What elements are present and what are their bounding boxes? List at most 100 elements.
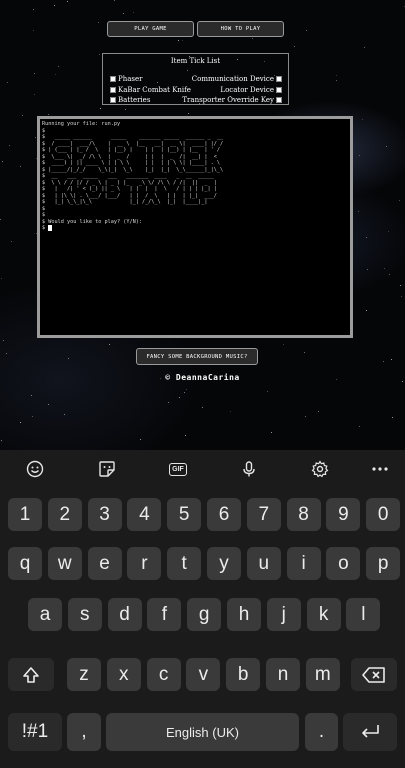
- shift-icon: [23, 666, 39, 683]
- star: [185, 435, 186, 436]
- key-i[interactable]: i: [286, 547, 321, 580]
- star: [383, 361, 384, 362]
- star: [34, 94, 35, 95]
- key-x[interactable]: x: [106, 658, 141, 691]
- star: [384, 268, 385, 269]
- star: [68, 358, 69, 359]
- terminal-output[interactable]: Running your file: run.py $ $ _____ ______…: [42, 121, 348, 333]
- star: [7, 82, 8, 83]
- play-game-button[interactable]: PLAY GAME: [107, 21, 194, 37]
- key-s[interactable]: s: [67, 598, 102, 631]
- key-v[interactable]: v: [186, 658, 221, 691]
- checkbox[interactable]: [110, 75, 116, 82]
- star: [114, 0, 115, 1]
- key-u[interactable]: u: [246, 547, 281, 580]
- star: [100, 108, 101, 109]
- key-n[interactable]: n: [266, 658, 300, 691]
- terminal-line: $: [42, 225, 348, 232]
- key-4[interactable]: 4: [127, 498, 162, 531]
- tick-item-transporter[interactable]: Transporter Override Key: [182, 95, 282, 104]
- key-j[interactable]: j: [266, 598, 301, 631]
- star: [0, 219, 1, 220]
- key-f[interactable]: f: [147, 598, 182, 631]
- star: [123, 13, 124, 14]
- star: [179, 397, 180, 398]
- settings-icon[interactable]: [310, 459, 330, 479]
- microphone-icon[interactable]: [239, 459, 259, 479]
- key-o[interactable]: o: [326, 547, 361, 580]
- on-screen-keyboard: GIF 1234567890 qwertyuiop asdfghjkl zxcvbnm…: [0, 450, 405, 768]
- star: [54, 5, 55, 6]
- star: [318, 411, 319, 412]
- star: [391, 359, 392, 360]
- key-r[interactable]: r: [127, 547, 162, 580]
- checkbox[interactable]: [110, 96, 116, 103]
- gif-icon[interactable]: GIF: [168, 459, 188, 479]
- star: [58, 66, 59, 67]
- star: [358, 211, 359, 212]
- key-9[interactable]: 9: [326, 498, 361, 531]
- star: [184, 392, 185, 393]
- symbols-key[interactable]: !#1: [8, 713, 62, 751]
- key-m[interactable]: m: [305, 658, 340, 691]
- star: [33, 9, 34, 10]
- key-d[interactable]: d: [107, 598, 142, 631]
- key-8[interactable]: 8: [286, 498, 321, 531]
- background-music-button[interactable]: FANCY SOME BACKGROUND MUSIC?: [136, 348, 258, 365]
- key-1[interactable]: 1: [8, 498, 42, 531]
- key-h[interactable]: h: [227, 598, 261, 631]
- star: [64, 414, 65, 415]
- star: [1, 278, 2, 279]
- key-3[interactable]: 3: [87, 498, 122, 531]
- star: [99, 54, 100, 55]
- key-q[interactable]: q: [8, 547, 42, 580]
- key-t[interactable]: t: [167, 547, 202, 580]
- star: [67, 1, 68, 2]
- key-w[interactable]: w: [47, 547, 82, 580]
- key-g[interactable]: g: [187, 598, 222, 631]
- key-l[interactable]: l: [346, 598, 381, 631]
- emoji-icon[interactable]: [25, 459, 45, 479]
- checkbox[interactable]: [276, 75, 282, 82]
- star: [364, 47, 365, 48]
- star: [366, 237, 367, 238]
- sticker-icon[interactable]: [97, 459, 117, 479]
- tick-item-phaser[interactable]: Phaser: [110, 74, 142, 83]
- period-key[interactable]: .: [305, 713, 338, 751]
- star: [6, 353, 7, 354]
- key-c[interactable]: c: [146, 658, 181, 691]
- key-k[interactable]: k: [306, 598, 341, 631]
- tick-item-knife[interactable]: KaBar Combat Knife: [110, 85, 191, 94]
- star: [48, 114, 49, 115]
- tick-label: Locator Device: [220, 85, 274, 94]
- more-icon[interactable]: [370, 459, 390, 479]
- backspace-key[interactable]: [351, 658, 397, 691]
- star: [267, 391, 268, 392]
- key-z[interactable]: z: [67, 658, 101, 691]
- key-2[interactable]: 2: [47, 498, 82, 531]
- key-0[interactable]: 0: [366, 498, 401, 531]
- key-e[interactable]: e: [87, 547, 122, 580]
- star: [178, 40, 179, 41]
- shift-key[interactable]: [8, 658, 54, 691]
- key-y[interactable]: y: [207, 547, 241, 580]
- key-7[interactable]: 7: [246, 498, 281, 531]
- checkbox[interactable]: [276, 96, 282, 103]
- enter-key[interactable]: [343, 713, 397, 751]
- how-to-play-button[interactable]: HOW TO PLAY: [197, 21, 284, 37]
- key-p[interactable]: p: [366, 547, 401, 580]
- star: [399, 200, 400, 201]
- key-a[interactable]: a: [28, 598, 62, 631]
- key-6[interactable]: 6: [207, 498, 241, 531]
- checkbox[interactable]: [276, 86, 282, 93]
- star: [336, 80, 337, 81]
- space-key[interactable]: English (UK): [106, 713, 299, 751]
- tick-item-batteries[interactable]: Batteries: [110, 95, 150, 104]
- terminal-window[interactable]: Running your file: run.py $ $ _____ ______…: [37, 116, 353, 338]
- tick-item-locator[interactable]: Locator Device: [220, 85, 282, 94]
- comma-key[interactable]: ,: [67, 713, 101, 751]
- key-b[interactable]: b: [226, 658, 261, 691]
- tick-item-communication[interactable]: Communication Device: [192, 74, 282, 83]
- key-5[interactable]: 5: [167, 498, 202, 531]
- checkbox[interactable]: [110, 86, 116, 93]
